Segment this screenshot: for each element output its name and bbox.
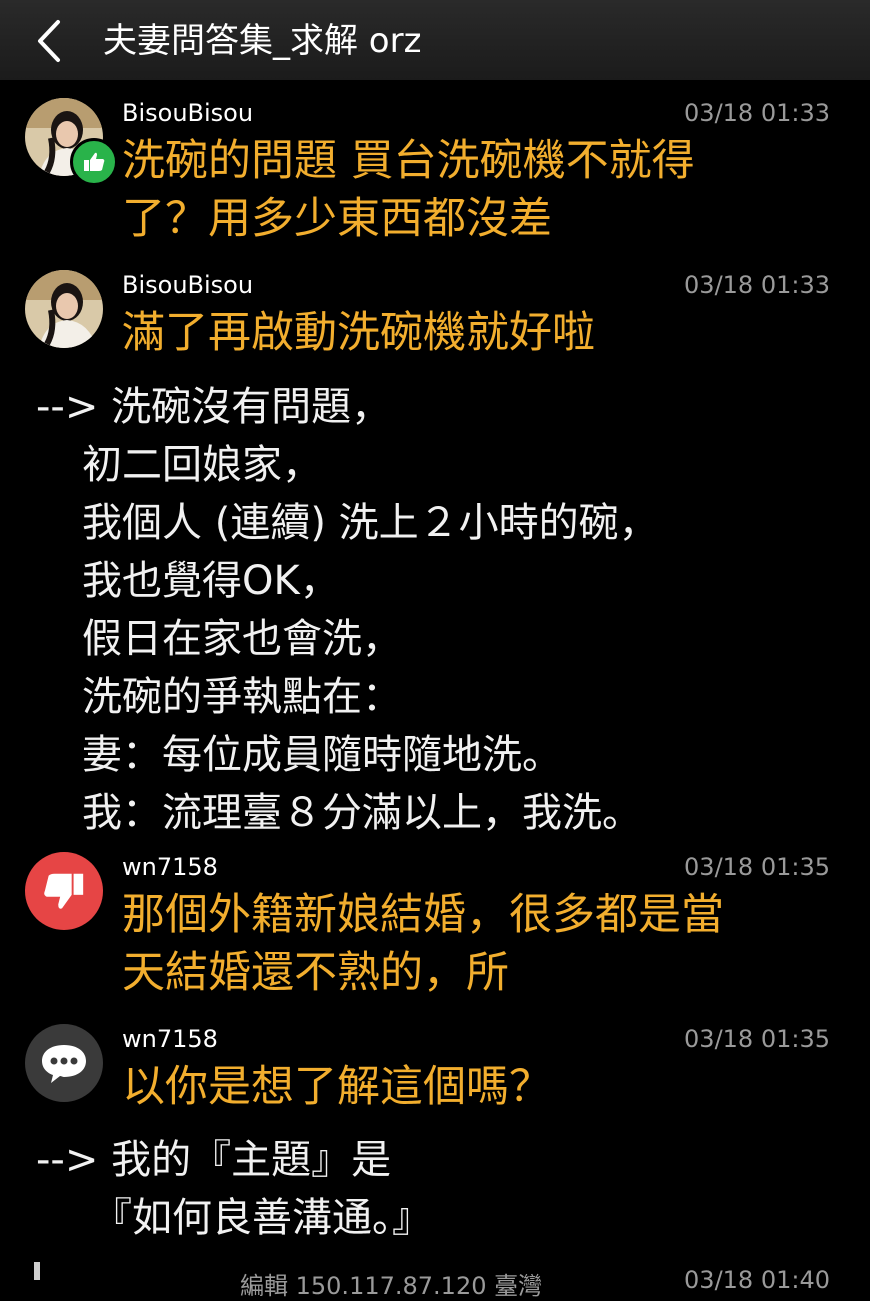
- comment-text: 滿了再啟動洗碗機就好啦: [122, 304, 842, 362]
- reply-line: 假日在家也會洗，: [82, 616, 402, 662]
- username[interactable]: BisouBisou: [122, 98, 253, 128]
- username[interactable]: wn7158: [122, 852, 218, 882]
- reply-line: 我也覺得OK，: [82, 558, 340, 604]
- author-reply: --> 我的『主題』是 『如何良善溝通。』: [36, 1131, 856, 1247]
- edit-timestamp: 03/18 01:40: [684, 1266, 830, 1294]
- comment-text: 那個外籍新娘結婚，很多都是當 天結婚還不熟的，所: [122, 886, 842, 1002]
- timestamp: 03/18 01:33: [684, 271, 830, 299]
- thumbs-down-icon: [44, 873, 84, 909]
- reply-line: 『如何良善溝通。』: [92, 1195, 432, 1241]
- thumbs-up-icon: [84, 152, 105, 171]
- reply-line: --> 洗碗沒有問題，: [36, 384, 392, 430]
- comment-line: 滿了再啟動洗碗機就好啦: [122, 308, 595, 358]
- back-button[interactable]: [30, 18, 70, 64]
- comment-line: 天結婚還不熟的，所: [122, 948, 509, 998]
- page-title: 夫妻問答集_求解 orz: [103, 21, 422, 61]
- thumbs-up-badge: [70, 138, 118, 186]
- top-bar: 夫妻問答集_求解 orz: [0, 0, 870, 80]
- reply-line: 我：流理臺８分滿以上，我洗。: [82, 790, 642, 836]
- comment-text: 以你是想了解這個嗎？: [122, 1058, 842, 1116]
- avatar[interactable]: [25, 270, 103, 348]
- comment-line: 洗碗的問題 買台洗碗機不就得: [122, 136, 695, 186]
- comment-icon: [42, 1045, 86, 1083]
- timestamp: 03/18 01:35: [684, 853, 830, 881]
- username[interactable]: wn7158: [122, 1024, 218, 1054]
- reply-line: 妻：每位成員隨時隨地洗。: [82, 732, 562, 778]
- comment-text: 洗碗的問題 買台洗碗機不就得 了？用多少東西都沒差: [122, 132, 842, 248]
- comment-line: 了？用多少東西都沒差: [122, 194, 552, 244]
- thumbs-down-avatar: [25, 852, 103, 930]
- user-photo: [25, 270, 103, 348]
- reply-line: --> 我的『主題』是: [36, 1137, 392, 1183]
- edit-info: 編輯 150.117.87.120 臺灣: [240, 1272, 543, 1300]
- timestamp: 03/18 01:35: [684, 1025, 830, 1053]
- edit-marker: [34, 1262, 40, 1280]
- author-reply: --> 洗碗沒有問題， 初二回娘家， 我個人 (連續) 洗上２小時的碗， 我也覺…: [36, 378, 856, 842]
- comment-line: 以你是想了解這個嗎？: [122, 1062, 552, 1112]
- username[interactable]: BisouBisou: [122, 270, 253, 300]
- reply-line: 洗碗的爭執點在：: [82, 674, 402, 720]
- chevron-left-icon: [38, 20, 60, 62]
- reply-line: 我個人 (連續) 洗上２小時的碗，: [82, 500, 659, 546]
- reply-line: 初二回娘家，: [82, 442, 322, 488]
- comment-avatar: [25, 1024, 103, 1102]
- comment-line: 那個外籍新娘結婚，很多都是當: [122, 890, 724, 940]
- timestamp: 03/18 01:33: [684, 99, 830, 127]
